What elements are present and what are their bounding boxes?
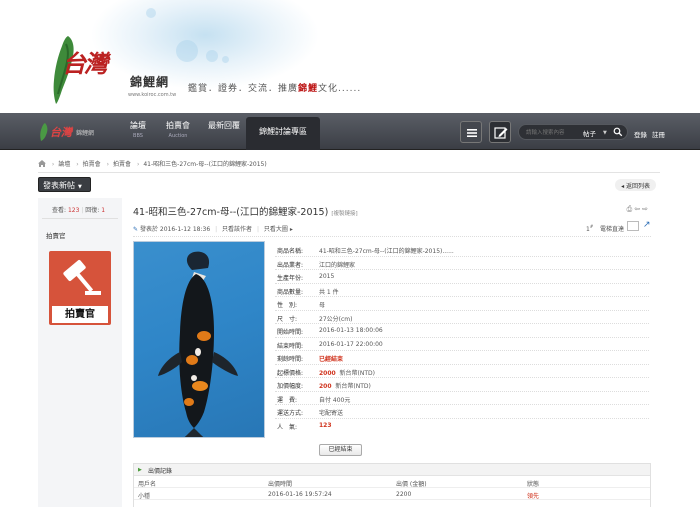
copy-link[interactable]: [複製鏈接]: [331, 211, 357, 217]
compose-button[interactable]: [489, 121, 511, 143]
logo-text: 台灣: [62, 49, 108, 78]
nav-logo[interactable]: 台灣 錦鯉網: [36, 122, 108, 142]
search-input[interactable]: [526, 127, 581, 138]
nav-item-forum[interactable]: 論壇 BBS: [124, 120, 152, 139]
prev-thread-icon[interactable]: ⇦: [634, 205, 642, 213]
menu-button[interactable]: [460, 121, 482, 143]
auctioneer-avatar[interactable]: 拍賣官: [49, 251, 111, 325]
info-row: 生產年份: 2015: [275, 270, 649, 284]
info-row: 人 氣: 123: [277, 421, 332, 431]
site-url: www.koiroc.com.tw: [128, 92, 177, 98]
info-row: 開始時間: 2016-01-13 18:00:06: [275, 324, 649, 338]
info-row: 性 別: 母: [275, 297, 649, 311]
author-only-link[interactable]: 只看該作者: [222, 226, 252, 233]
chevron-right-icon: ▸: [289, 226, 293, 233]
gavel-icon: [63, 260, 101, 295]
remaining-time-status: 已經結束: [319, 356, 344, 363]
floor-number: 1#: [586, 224, 594, 233]
bid-history-panel: ▶ 出價記錄 用戶名 出價時間 出價 (金額) 狀態 小穩 2016-01-16…: [133, 463, 651, 507]
login-link[interactable]: 登錄: [634, 129, 647, 139]
search-icon[interactable]: [613, 127, 623, 137]
nav-item-auction[interactable]: 拍賣會 Auction: [162, 120, 194, 139]
nav-taiwan-icon: [40, 123, 48, 141]
title-tools: ⎙⇦⇨: [627, 205, 650, 214]
site-slogan: 鑑賞．證券．交流．推廣錦鯉文化......: [188, 84, 362, 94]
goto-arrow-icon[interactable]: ↗: [643, 220, 651, 230]
site-banner: 台灣 錦鯉網 www.koiroc.com.tw 鑑賞．證券．交流．推廣錦鯉文化…: [0, 0, 700, 113]
new-post-button[interactable]: 發表新帖 ▼: [38, 177, 91, 192]
info-row: 商品數量: 共 1 件: [275, 284, 649, 297]
info-row: 出品業者: 江口的錦鯉家: [275, 257, 649, 270]
triangle-icon: ▶: [138, 467, 142, 473]
back-to-list-button[interactable]: ◂ 返回列表: [615, 179, 656, 191]
info-row: 商品名稱: 41-昭和三色-27cm-母--(江口的錦鯉家-2015)......: [275, 243, 649, 257]
info-row: 起標價格: 2000 新台幣(NTD): [275, 365, 649, 378]
auction-ended-button[interactable]: 已經結束: [319, 444, 362, 456]
breadcrumb: › 論壇 › 拍賣會 › 拍賣會 › 41-昭和三色-27cm-母--(江口的錦鯉家-2…: [38, 159, 267, 168]
koi-photo[interactable]: [133, 241, 265, 438]
nav-item-latest-replies[interactable]: 最新回覆: [206, 120, 242, 131]
breadcrumb-auction[interactable]: 拍賣會: [83, 161, 101, 168]
view-large-image-link[interactable]: 只看大圖: [264, 226, 288, 233]
table-row: 小穩 2016-01-16 19:57:24 2200 領先: [134, 488, 650, 500]
breadcrumb-forum[interactable]: 論壇: [58, 161, 70, 168]
register-link[interactable]: 註冊: [652, 129, 665, 139]
next-thread-icon[interactable]: ⇨: [642, 205, 650, 213]
bid-history-title: 出價記錄: [148, 468, 173, 475]
post-stats: 查看: 123 | 回復: 1: [52, 207, 106, 214]
info-row: 剩餘時間: 已經結束: [275, 351, 649, 365]
edit-icon: [494, 127, 508, 139]
post-sidebar: 查看: 123 | 回復: 1 拍賣官 拍賣官: [38, 198, 122, 507]
koi-fish-image: [158, 251, 238, 437]
author-line: ✎ 發表於 2016-1-12 18:36 | 只看該作者 | 只看大圖 ▸: [133, 226, 293, 233]
breadcrumb-auction-board[interactable]: 拍賣會: [113, 161, 131, 168]
info-row: 加價幅度: 200 新台幣(NTD): [275, 378, 649, 392]
post-title: 41-昭和三色-27cm-母--(江口的錦鯉家-2015) [複製鏈接]: [133, 207, 358, 218]
breadcrumb-current: 41-昭和三色-27cm-母--(江口的錦鯉家-2015): [143, 161, 267, 168]
chevron-down-icon: ▼: [78, 184, 82, 190]
hamburger-icon: [467, 129, 477, 137]
post-body: 商品名稱: 41-昭和三色-27cm-母--(江口的錦鯉家-2015)......…: [133, 236, 651, 507]
search-box: 帖子 ▼: [518, 124, 628, 140]
chevron-down-icon: ▼: [603, 130, 607, 136]
bid-table-header: 用戶名 出價時間 出價 (金額) 狀態: [134, 476, 650, 488]
poster-username[interactable]: 拍賣官: [46, 230, 66, 240]
top-navbar: 台灣 錦鯉網 論壇 BBS 拍賣會 Auction 最新回覆 錦鯉討論專區 帖子…: [0, 113, 700, 150]
auction-info-table: 商品名稱: 41-昭和三色-27cm-母--(江口的錦鯉家-2015)......…: [275, 243, 649, 432]
popularity-count: 123: [319, 421, 332, 429]
post-date: 2016-1-12 18:36: [159, 226, 211, 233]
search-scope-select[interactable]: 帖子: [583, 128, 596, 138]
info-row: 運 費: 自付 400元: [275, 392, 649, 405]
nav-tab-koi-discussion[interactable]: 錦鯉討論專區: [246, 117, 320, 150]
post-time-icon: ✎: [133, 226, 139, 233]
goto-floor-label: 電梯直達: [600, 226, 625, 233]
start-price: 2000: [319, 369, 336, 377]
goto-floor-input[interactable]: [627, 221, 639, 231]
home-icon[interactable]: [38, 160, 46, 167]
info-row: 結束時間: 2016-01-17 22:00:00: [275, 338, 649, 351]
bid-increment: 200: [319, 383, 332, 390]
bidder-name[interactable]: 小穩: [138, 491, 150, 500]
info-row: 運送方式: 宅配寄送: [275, 405, 649, 419]
bid-status: 領先: [527, 493, 540, 500]
info-row: 尺 寸: 27公分(cm): [275, 311, 649, 324]
main-content: › 論壇 › 拍賣會 › 拍賣會 › 41-昭和三色-27cm-母--(江口的錦鯉家-2…: [38, 154, 660, 507]
site-brand-name: 錦鯉網: [130, 75, 170, 89]
